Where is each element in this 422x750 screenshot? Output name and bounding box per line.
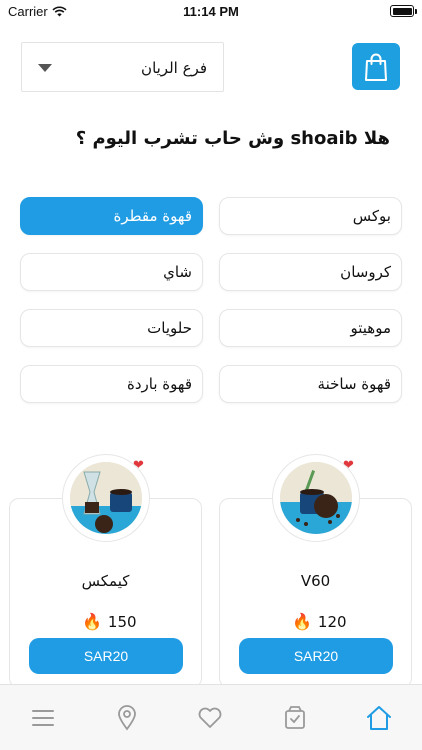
category-croissant[interactable]: كروسان (219, 253, 402, 291)
clock: 11:14 PM (183, 4, 239, 19)
home-icon (367, 706, 391, 730)
category-label: قهوة مقطرة (113, 207, 192, 225)
product-calories: 🔥 150 (82, 612, 137, 631)
tab-orders[interactable] (280, 703, 310, 733)
battery-icon (390, 5, 417, 17)
category-label: شاي (163, 263, 192, 281)
branch-label: فرع الريان (141, 59, 207, 77)
shopping-bag-icon (365, 53, 387, 81)
coffee-photo (280, 462, 352, 534)
product-calories: 🔥 120 (292, 612, 347, 631)
category-label: قهوة ساخنة (317, 375, 391, 393)
favorite-heart-icon[interactable]: ❤ (133, 458, 144, 473)
category-label: قهوة باردة (127, 375, 192, 393)
menu-icon (32, 710, 54, 726)
category-drip-coffee[interactable]: قهوة مقطرة (20, 197, 203, 235)
tab-home[interactable] (364, 703, 394, 733)
price-label: SAR20 (293, 648, 339, 664)
product-name: V60 (300, 572, 331, 590)
heart-icon (198, 707, 222, 728)
fire-icon: 🔥 (82, 612, 102, 631)
product-name: كيمكس (81, 572, 130, 590)
add-to-cart-button[interactable]: SAR20 (239, 638, 393, 674)
location-icon (118, 705, 136, 731)
category-mojito[interactable]: موهيتو (219, 309, 402, 347)
add-to-cart-button[interactable]: SAR20 (29, 638, 183, 674)
orders-icon (285, 706, 305, 729)
tab-menu[interactable] (28, 703, 58, 733)
price-label: SAR20 (83, 648, 129, 664)
category-tea[interactable]: شاي (20, 253, 203, 291)
calories-value: 150 (107, 612, 137, 631)
greeting-title: هلا shoaib وش حاب تشرب اليوم ؟ (75, 128, 390, 149)
tab-favorites[interactable] (195, 703, 225, 733)
calories-value: 120 (317, 612, 347, 631)
category-label: حلويات (147, 319, 192, 337)
category-label: موهيتو (350, 319, 392, 337)
favorite-heart-icon[interactable]: ❤ (343, 458, 354, 473)
dropdown-arrow-icon (38, 64, 52, 72)
tab-location[interactable] (112, 703, 142, 733)
branch-dropdown[interactable]: فرع الريان (21, 42, 224, 92)
category-cold-coffee[interactable]: قهوة باردة (20, 365, 203, 403)
status-bar: Carrier 11:14 PM (0, 0, 422, 24)
fire-icon: 🔥 (292, 612, 312, 631)
category-box[interactable]: بوكس (219, 197, 402, 235)
category-label: بوكس (352, 207, 391, 225)
coffee-photo (70, 462, 142, 534)
tab-bar (0, 684, 422, 750)
cart-button[interactable] (352, 43, 400, 90)
category-label: كروسان (340, 263, 391, 281)
category-sweets[interactable]: حلويات (20, 309, 203, 347)
category-hot-coffee[interactable]: قهوة ساخنة (219, 365, 402, 403)
